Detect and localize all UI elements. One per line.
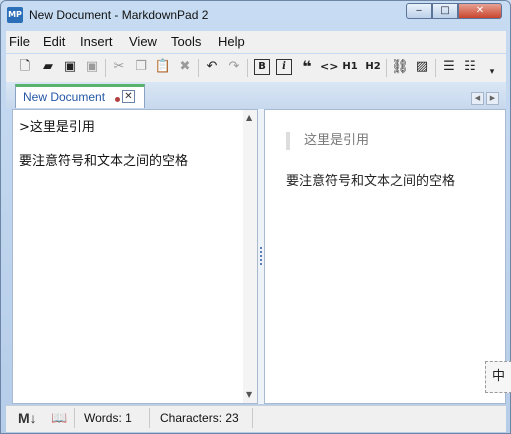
- status-divider: [74, 408, 75, 428]
- scroll-down-icon[interactable]: ▼: [246, 390, 252, 399]
- menu-insert[interactable]: Insert: [80, 34, 113, 49]
- status-divider: [252, 408, 253, 428]
- menu-bar: File Edit Insert View Tools Help: [6, 31, 506, 53]
- save-all-icon[interactable]: ▣: [83, 58, 101, 76]
- redo-icon[interactable]: ↷: [225, 58, 243, 76]
- markdown-mode-icon[interactable]: M↓: [18, 410, 37, 426]
- unsaved-indicator-icon: [115, 97, 120, 102]
- editor-line[interactable]: 要注意符号和文本之间的空格: [19, 150, 188, 169]
- minimize-button[interactable]: ‒: [406, 3, 432, 19]
- document-tab-strip: New Document ✕ ◀ ▶: [6, 82, 506, 108]
- book-icon[interactable]: 📖: [51, 410, 67, 426]
- menu-file[interactable]: File: [9, 34, 30, 49]
- splitter-grip-icon[interactable]: [260, 247, 262, 265]
- menu-tools[interactable]: Tools: [171, 34, 201, 49]
- toolbar-separator: [105, 59, 106, 77]
- editor-scrollbar[interactable]: ▲ ▼: [243, 110, 257, 403]
- image-icon[interactable]: ▨: [413, 58, 431, 76]
- editor-line[interactable]: >这里是引用: [19, 116, 95, 135]
- status-bar: M↓ 📖 Words: 1 Characters: 23: [6, 405, 506, 432]
- menu-help[interactable]: Help: [218, 34, 245, 49]
- tab-label: New Document: [23, 90, 106, 104]
- save-icon[interactable]: ▣: [61, 58, 79, 76]
- heading2-icon[interactable]: H2: [364, 58, 382, 76]
- link-icon[interactable]: ⛓: [391, 58, 409, 76]
- italic-icon[interactable]: i: [276, 59, 292, 75]
- overflow-icon[interactable]: ▾: [483, 63, 501, 81]
- bold-icon[interactable]: B: [254, 59, 270, 75]
- character-count: Characters: 23: [160, 411, 239, 425]
- preview-paragraph: 要注意符号和文本之间的空格: [286, 174, 456, 189]
- word-count: Words: 1: [84, 411, 132, 425]
- menu-view[interactable]: View: [129, 34, 157, 49]
- toolbar: 🗋 ▰ ▣ ▣ ✂ ❐ 📋 ✖ ↶ ↷ B i ❝ <> H1 H2 ⛓ ▨ ☰…: [6, 54, 506, 82]
- scroll-up-icon[interactable]: ▲: [246, 113, 252, 122]
- markdownpad-app-icon[interactable]: MP: [7, 7, 23, 23]
- markdown-editor[interactable]: >这里是引用 要注意符号和文本之间的空格 ▲ ▼: [12, 109, 258, 404]
- preview-blockquote: 这里是引用: [286, 132, 369, 150]
- title-bar[interactable]: MP New Document - MarkdownPad 2 ‒ □ ✕: [1, 1, 510, 31]
- maximize-button[interactable]: □: [432, 3, 458, 19]
- app-window: MP New Document - MarkdownPad 2 ‒ □ ✕ Fi…: [0, 0, 511, 434]
- html-preview: 这里是引用 要注意符号和文本之间的空格: [264, 109, 506, 404]
- open-folder-icon[interactable]: ▰: [39, 58, 57, 76]
- new-document-icon[interactable]: 🗋: [16, 58, 34, 76]
- window-title: New Document - MarkdownPad 2: [29, 8, 209, 22]
- quote-icon[interactable]: ❝: [298, 58, 316, 76]
- toolbar-separator: [247, 59, 248, 77]
- ime-indicator[interactable]: 中: [485, 361, 511, 393]
- close-button[interactable]: ✕: [458, 3, 502, 19]
- tab-new-document[interactable]: New Document ✕: [15, 84, 145, 108]
- heading1-icon[interactable]: H1: [341, 58, 359, 76]
- status-divider: [149, 408, 150, 428]
- numbered-list-icon[interactable]: ☷: [461, 58, 479, 76]
- paste-icon[interactable]: 📋: [154, 58, 172, 76]
- tab-scroll-left-icon[interactable]: ◀: [471, 92, 484, 105]
- tab-scroll-right-icon[interactable]: ▶: [486, 92, 499, 105]
- undo-icon[interactable]: ↶: [203, 58, 221, 76]
- cut-icon[interactable]: ✂: [110, 58, 128, 76]
- tab-close-icon[interactable]: ✕: [122, 90, 135, 103]
- toolbar-separator: [435, 59, 436, 77]
- delete-icon[interactable]: ✖: [176, 58, 194, 76]
- copy-icon[interactable]: ❐: [132, 58, 150, 76]
- toolbar-separator: [386, 59, 387, 77]
- bulleted-list-icon[interactable]: ☰: [440, 58, 458, 76]
- toolbar-separator: [198, 59, 199, 77]
- menu-edit[interactable]: Edit: [43, 34, 65, 49]
- code-icon[interactable]: <>: [320, 58, 338, 76]
